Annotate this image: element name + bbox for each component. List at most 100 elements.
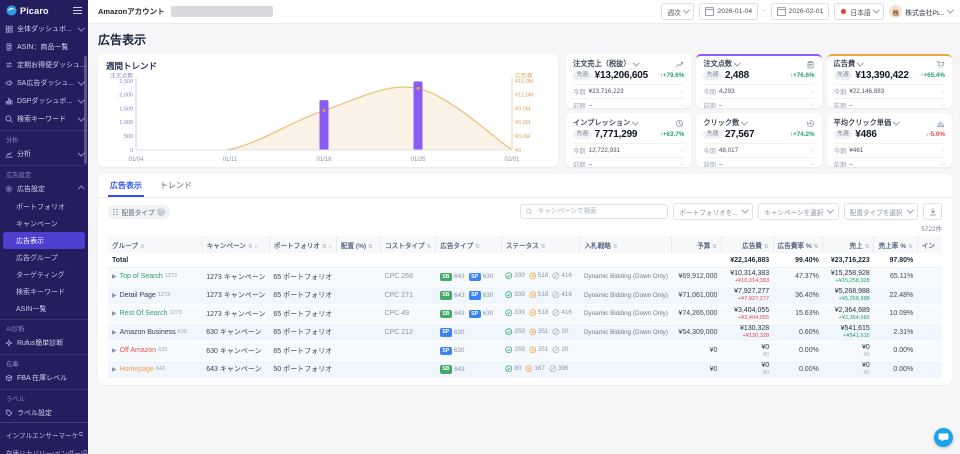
- chevron-down-icon[interactable]: [734, 59, 740, 65]
- sort-icon[interactable]: ⇅: [475, 244, 480, 250]
- expand-row-icon[interactable]: ▶: [112, 311, 117, 317]
- filter-dropdown[interactable]: キャンペーンを選択: [758, 203, 839, 220]
- sidebar-item[interactable]: 定期お得便ダッシュ...: [0, 56, 88, 74]
- tab-active[interactable]: 広告表示: [108, 178, 144, 197]
- table-header-cell[interactable]: 広告タイプ⇅: [436, 236, 502, 253]
- sort-icon[interactable]: ⇅: [427, 244, 432, 250]
- sort-icon[interactable]: ⇅: [865, 244, 870, 250]
- sidebar-item-sub[interactable]: 検索キーワード: [0, 283, 88, 300]
- table-header-cell[interactable]: イン: [917, 236, 942, 253]
- table-row[interactable]: ▶Off Amazon630630 キャンペーン65 ポートフォリオSP6302…: [108, 342, 942, 361]
- sort-icon[interactable]: ⇅: [368, 244, 373, 250]
- expand-row-icon[interactable]: ▶: [112, 274, 117, 280]
- filter-icon[interactable]: ≡: [255, 244, 258, 250]
- table-header-cell[interactable]: 売上率 %⇅: [874, 236, 917, 253]
- table-header-cell[interactable]: 広告費⇅: [721, 236, 773, 253]
- table-row[interactable]: ▶Rest Of Search12731273 キャンペーン65 ポートフォリオ…: [108, 305, 942, 324]
- expand-row-icon[interactable]: ▶: [112, 348, 117, 354]
- sidebar-item[interactable]: 検索キーワード: [0, 110, 88, 128]
- table-header-cell[interactable]: コストタイプ⇅: [381, 236, 436, 253]
- drag-handle-icon[interactable]: [113, 209, 115, 211]
- sort-icon[interactable]: ⇅: [908, 244, 913, 250]
- chevron-down-icon[interactable]: [632, 118, 638, 124]
- table-header-cell[interactable]: 入札戦略⇅: [580, 236, 672, 253]
- language-select[interactable]: 日本語: [834, 3, 884, 20]
- campaign-search[interactable]: [520, 204, 668, 219]
- sort-icon[interactable]: ⇅: [712, 244, 717, 250]
- chevron-down-icon[interactable]: [633, 59, 639, 65]
- filter-dropdown[interactable]: 配置タイプを選択: [844, 203, 918, 220]
- expand-row-icon[interactable]: ▶: [112, 330, 117, 336]
- svg-text:¥0: ¥0: [515, 148, 521, 154]
- sort-icon[interactable]: ⇅: [248, 244, 253, 250]
- status-paused-icon: [529, 328, 537, 336]
- filter-dropdown[interactable]: ポートフォリオを...: [673, 203, 753, 220]
- sort-icon[interactable]: ⇅: [814, 244, 819, 250]
- sidebar-item-sub[interactable]: ASIN一覧: [0, 300, 88, 317]
- sidebar-item[interactable]: FBA 在庫レベル: [0, 369, 88, 387]
- close-icon[interactable]: [157, 208, 165, 216]
- table-row[interactable]: ▶Homepage643643 キャンペーン50 ポートフォリオSB643801…: [108, 360, 942, 379]
- sidebar-item[interactable]: ASIN：商品一覧: [0, 38, 88, 56]
- sidebar-scrollbar[interactable]: [84, 56, 87, 164]
- search-input[interactable]: [536, 207, 663, 216]
- sidebar-item[interactable]: ラベル設定: [0, 404, 88, 422]
- table-row[interactable]: ▶Detail Page12731273 キャンペーン65 ポートフォリオCPC…: [108, 286, 942, 305]
- sidebar-item[interactable]: DSPダッシュボ...: [0, 92, 88, 110]
- sidebar-external-link[interactable]: インフルエンサーマーケ⧉: [0, 426, 88, 444]
- sort-icon[interactable]: ⇅: [613, 244, 618, 250]
- chevron-down-icon[interactable]: [741, 118, 747, 124]
- table-header-cell[interactable]: 広告費率 %⇅: [773, 236, 823, 253]
- date-from-input[interactable]: 2026-01-04: [699, 3, 758, 20]
- group-name[interactable]: Detail Page: [120, 292, 156, 299]
- chat-button[interactable]: [934, 428, 953, 447]
- group-by-chip[interactable]: 配置タイプ: [108, 205, 170, 219]
- date-range-separator: -: [763, 8, 765, 15]
- chevron-down-icon[interactable]: [857, 59, 863, 65]
- date-to-input[interactable]: 2026-02-01: [771, 3, 830, 20]
- sort-icon[interactable]: ⇅: [764, 244, 769, 250]
- sort-icon[interactable]: ⇅: [322, 244, 327, 250]
- period-select[interactable]: 週次: [661, 3, 694, 20]
- expand-row-icon[interactable]: ▶: [112, 293, 117, 299]
- menu-toggle-icon[interactable]: [73, 7, 82, 14]
- sidebar-external-link[interactable]: 在庫リカバリー(ベンダー)⧉: [0, 444, 88, 454]
- table-header-cell[interactable]: グループ⚙: [108, 236, 202, 253]
- table-row[interactable]: ▶Top of Search12731273 キャンペーン65 ポートフォリオC…: [108, 268, 942, 287]
- user-menu[interactable]: 株 株式会社PL..: [889, 5, 952, 18]
- gear-icon[interactable]: ⚙: [140, 244, 145, 250]
- sidebar-item[interactable]: Rufus簡単診断: [0, 334, 88, 352]
- tab-inactive[interactable]: トレンド: [158, 178, 194, 197]
- group-name[interactable]: Homepage: [120, 366, 154, 373]
- table-header-cell[interactable]: ポートフォリオ⇅≡: [269, 236, 336, 253]
- sidebar-item[interactable]: SA広告ダッシュ...: [0, 74, 88, 92]
- table-header-cell[interactable]: 売上⇅: [823, 236, 874, 253]
- kpi-change: ↓-5.0%: [925, 131, 945, 138]
- chevron-down-icon: [742, 207, 748, 213]
- group-name[interactable]: Rest Of Search: [120, 310, 168, 317]
- group-name[interactable]: Amazon Business: [120, 329, 176, 336]
- sidebar-item-sub[interactable]: ポートフォリオ: [0, 198, 88, 215]
- table-row[interactable]: ▶Amazon Business630630 キャンペーン65 ポートフォリオC…: [108, 323, 942, 342]
- sidebar-item-active[interactable]: 広告表示: [3, 232, 85, 249]
- sidebar-item[interactable]: 分析: [0, 145, 88, 163]
- table-header-cell[interactable]: 配置 (%)⇅: [336, 236, 380, 253]
- group-name[interactable]: Off Amazon: [120, 347, 156, 354]
- group-name[interactable]: Top of Search: [120, 273, 163, 280]
- filter-icon[interactable]: ≡: [329, 244, 332, 250]
- account-select-redacted[interactable]: [171, 6, 273, 17]
- chevron-down-icon[interactable]: [893, 118, 899, 124]
- table-header-cell[interactable]: 予算⇅: [672, 236, 722, 253]
- sidebar-item-sub[interactable]: ターゲティング: [0, 266, 88, 283]
- sidebar-item-sub[interactable]: キャンペーン: [0, 215, 88, 232]
- kpi-period-pill: 先週: [703, 130, 722, 139]
- sidebar-item[interactable]: 全体ダッシュボ...: [0, 20, 88, 38]
- sort-icon[interactable]: ⇅: [541, 244, 546, 250]
- table-header-cell[interactable]: キャンペーン⇅≡: [202, 236, 269, 253]
- table-header-cell[interactable]: ステータス⇅: [501, 236, 580, 253]
- sidebar-item[interactable]: 広告設定: [0, 180, 88, 198]
- expand-row-icon[interactable]: ▶: [112, 367, 117, 373]
- download-button[interactable]: [923, 203, 942, 220]
- kpi-sub-value: ¥461: [849, 147, 863, 154]
- sidebar-item-sub[interactable]: 広告グループ: [0, 249, 88, 266]
